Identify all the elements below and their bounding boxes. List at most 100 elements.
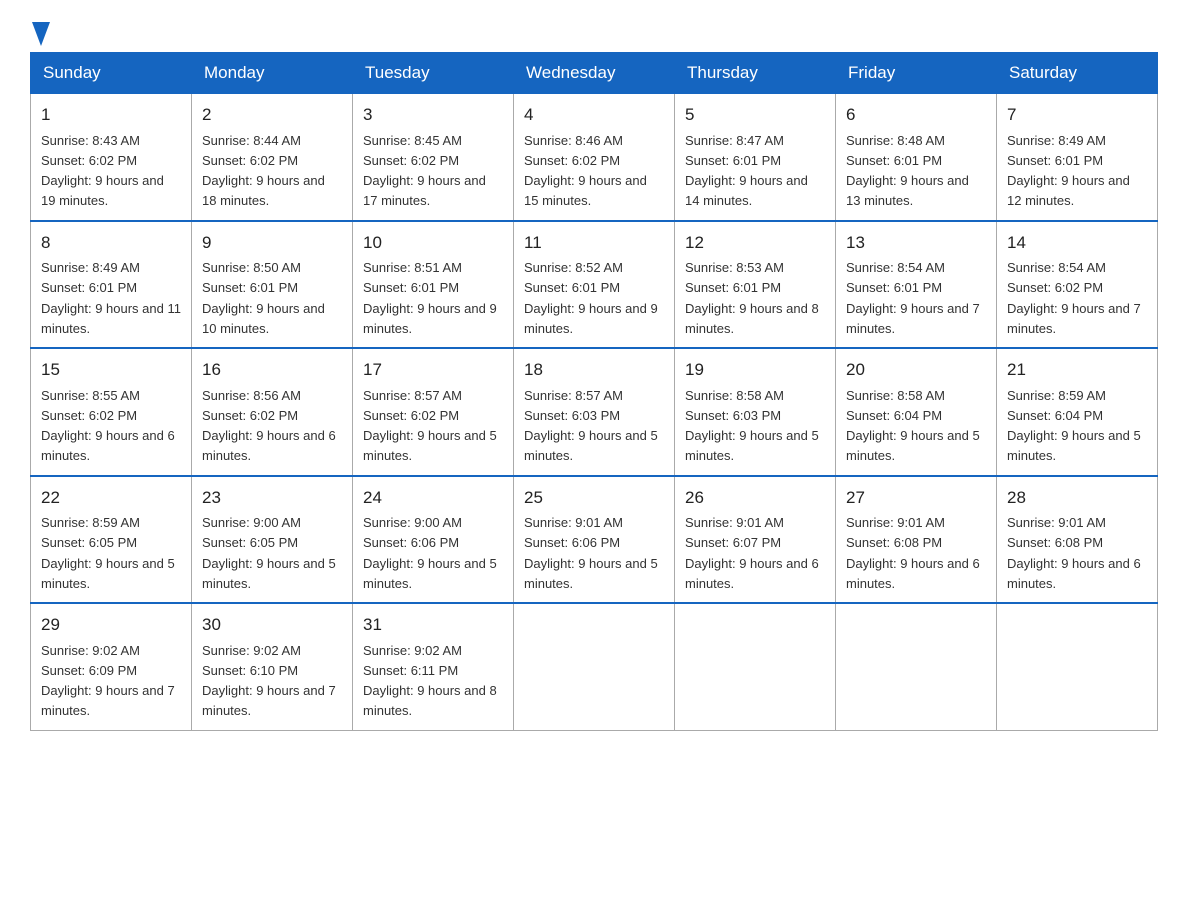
day-info: Sunrise: 8:58 AMSunset: 6:04 PMDaylight:… <box>846 388 980 464</box>
day-info: Sunrise: 8:57 AMSunset: 6:02 PMDaylight:… <box>363 388 497 464</box>
calendar-day-cell: 25 Sunrise: 9:01 AMSunset: 6:06 PMDaylig… <box>514 476 675 604</box>
calendar-day-cell: 2 Sunrise: 8:44 AMSunset: 6:02 PMDayligh… <box>192 94 353 221</box>
day-number: 16 <box>202 357 342 383</box>
header-wednesday: Wednesday <box>514 53 675 94</box>
calendar-day-cell: 24 Sunrise: 9:00 AMSunset: 6:06 PMDaylig… <box>353 476 514 604</box>
day-number: 26 <box>685 485 825 511</box>
calendar-day-cell: 3 Sunrise: 8:45 AMSunset: 6:02 PMDayligh… <box>353 94 514 221</box>
day-info: Sunrise: 8:55 AMSunset: 6:02 PMDaylight:… <box>41 388 175 464</box>
day-info: Sunrise: 8:59 AMSunset: 6:04 PMDaylight:… <box>1007 388 1141 464</box>
day-info: Sunrise: 9:01 AMSunset: 6:07 PMDaylight:… <box>685 515 819 591</box>
day-info: Sunrise: 8:59 AMSunset: 6:05 PMDaylight:… <box>41 515 175 591</box>
day-info: Sunrise: 8:49 AMSunset: 6:01 PMDaylight:… <box>1007 133 1130 209</box>
calendar-day-cell: 19 Sunrise: 8:58 AMSunset: 6:03 PMDaylig… <box>675 348 836 476</box>
day-info: Sunrise: 8:49 AMSunset: 6:01 PMDaylight:… <box>41 260 181 336</box>
calendar-day-cell: 11 Sunrise: 8:52 AMSunset: 6:01 PMDaylig… <box>514 221 675 349</box>
day-number: 18 <box>524 357 664 383</box>
day-number: 15 <box>41 357 181 383</box>
header-tuesday: Tuesday <box>353 53 514 94</box>
calendar-day-cell <box>836 603 997 730</box>
day-info: Sunrise: 8:46 AMSunset: 6:02 PMDaylight:… <box>524 133 647 209</box>
calendar-week-row: 15 Sunrise: 8:55 AMSunset: 6:02 PMDaylig… <box>31 348 1158 476</box>
header-thursday: Thursday <box>675 53 836 94</box>
day-info: Sunrise: 8:47 AMSunset: 6:01 PMDaylight:… <box>685 133 808 209</box>
calendar-day-cell: 4 Sunrise: 8:46 AMSunset: 6:02 PMDayligh… <box>514 94 675 221</box>
day-info: Sunrise: 8:56 AMSunset: 6:02 PMDaylight:… <box>202 388 336 464</box>
logo <box>30 20 50 42</box>
day-info: Sunrise: 8:53 AMSunset: 6:01 PMDaylight:… <box>685 260 819 336</box>
calendar-day-cell <box>514 603 675 730</box>
day-number: 22 <box>41 485 181 511</box>
day-number: 28 <box>1007 485 1147 511</box>
calendar-day-cell: 21 Sunrise: 8:59 AMSunset: 6:04 PMDaylig… <box>997 348 1158 476</box>
calendar-week-row: 22 Sunrise: 8:59 AMSunset: 6:05 PMDaylig… <box>31 476 1158 604</box>
day-number: 13 <box>846 230 986 256</box>
day-number: 9 <box>202 230 342 256</box>
day-number: 3 <box>363 102 503 128</box>
day-info: Sunrise: 8:57 AMSunset: 6:03 PMDaylight:… <box>524 388 658 464</box>
day-info: Sunrise: 9:02 AMSunset: 6:09 PMDaylight:… <box>41 643 175 719</box>
day-number: 1 <box>41 102 181 128</box>
calendar-day-cell: 31 Sunrise: 9:02 AMSunset: 6:11 PMDaylig… <box>353 603 514 730</box>
header-saturday: Saturday <box>997 53 1158 94</box>
day-number: 14 <box>1007 230 1147 256</box>
day-info: Sunrise: 9:01 AMSunset: 6:06 PMDaylight:… <box>524 515 658 591</box>
calendar-day-cell: 26 Sunrise: 9:01 AMSunset: 6:07 PMDaylig… <box>675 476 836 604</box>
day-number: 25 <box>524 485 664 511</box>
day-number: 10 <box>363 230 503 256</box>
logo-arrow-icon <box>32 22 50 46</box>
day-info: Sunrise: 9:02 AMSunset: 6:11 PMDaylight:… <box>363 643 497 719</box>
calendar-day-cell: 23 Sunrise: 9:00 AMSunset: 6:05 PMDaylig… <box>192 476 353 604</box>
day-number: 24 <box>363 485 503 511</box>
calendar-day-cell: 30 Sunrise: 9:02 AMSunset: 6:10 PMDaylig… <box>192 603 353 730</box>
day-number: 27 <box>846 485 986 511</box>
day-number: 2 <box>202 102 342 128</box>
day-info: Sunrise: 8:52 AMSunset: 6:01 PMDaylight:… <box>524 260 658 336</box>
calendar-day-cell: 29 Sunrise: 9:02 AMSunset: 6:09 PMDaylig… <box>31 603 192 730</box>
calendar-day-cell: 20 Sunrise: 8:58 AMSunset: 6:04 PMDaylig… <box>836 348 997 476</box>
day-number: 29 <box>41 612 181 638</box>
day-info: Sunrise: 9:02 AMSunset: 6:10 PMDaylight:… <box>202 643 336 719</box>
calendar-table: SundayMondayTuesdayWednesdayThursdayFrid… <box>30 52 1158 731</box>
day-info: Sunrise: 9:01 AMSunset: 6:08 PMDaylight:… <box>1007 515 1141 591</box>
header-sunday: Sunday <box>31 53 192 94</box>
day-info: Sunrise: 8:54 AMSunset: 6:02 PMDaylight:… <box>1007 260 1141 336</box>
day-info: Sunrise: 8:51 AMSunset: 6:01 PMDaylight:… <box>363 260 497 336</box>
calendar-day-cell <box>675 603 836 730</box>
day-info: Sunrise: 9:00 AMSunset: 6:05 PMDaylight:… <box>202 515 336 591</box>
page-header <box>30 20 1158 42</box>
day-number: 23 <box>202 485 342 511</box>
day-number: 5 <box>685 102 825 128</box>
calendar-day-cell: 12 Sunrise: 8:53 AMSunset: 6:01 PMDaylig… <box>675 221 836 349</box>
calendar-day-cell: 13 Sunrise: 8:54 AMSunset: 6:01 PMDaylig… <box>836 221 997 349</box>
day-info: Sunrise: 9:00 AMSunset: 6:06 PMDaylight:… <box>363 515 497 591</box>
calendar-day-cell: 1 Sunrise: 8:43 AMSunset: 6:02 PMDayligh… <box>31 94 192 221</box>
day-number: 20 <box>846 357 986 383</box>
day-number: 8 <box>41 230 181 256</box>
calendar-day-cell: 7 Sunrise: 8:49 AMSunset: 6:01 PMDayligh… <box>997 94 1158 221</box>
day-info: Sunrise: 8:48 AMSunset: 6:01 PMDaylight:… <box>846 133 969 209</box>
day-info: Sunrise: 8:54 AMSunset: 6:01 PMDaylight:… <box>846 260 980 336</box>
day-info: Sunrise: 8:58 AMSunset: 6:03 PMDaylight:… <box>685 388 819 464</box>
calendar-day-cell: 6 Sunrise: 8:48 AMSunset: 6:01 PMDayligh… <box>836 94 997 221</box>
calendar-week-row: 1 Sunrise: 8:43 AMSunset: 6:02 PMDayligh… <box>31 94 1158 221</box>
calendar-day-cell: 22 Sunrise: 8:59 AMSunset: 6:05 PMDaylig… <box>31 476 192 604</box>
calendar-day-cell: 14 Sunrise: 8:54 AMSunset: 6:02 PMDaylig… <box>997 221 1158 349</box>
day-number: 21 <box>1007 357 1147 383</box>
calendar-day-cell: 27 Sunrise: 9:01 AMSunset: 6:08 PMDaylig… <box>836 476 997 604</box>
calendar-day-cell: 17 Sunrise: 8:57 AMSunset: 6:02 PMDaylig… <box>353 348 514 476</box>
calendar-header-row: SundayMondayTuesdayWednesdayThursdayFrid… <box>31 53 1158 94</box>
header-monday: Monday <box>192 53 353 94</box>
calendar-day-cell: 28 Sunrise: 9:01 AMSunset: 6:08 PMDaylig… <box>997 476 1158 604</box>
header-friday: Friday <box>836 53 997 94</box>
day-number: 6 <box>846 102 986 128</box>
calendar-day-cell: 9 Sunrise: 8:50 AMSunset: 6:01 PMDayligh… <box>192 221 353 349</box>
calendar-day-cell: 16 Sunrise: 8:56 AMSunset: 6:02 PMDaylig… <box>192 348 353 476</box>
calendar-day-cell: 18 Sunrise: 8:57 AMSunset: 6:03 PMDaylig… <box>514 348 675 476</box>
day-number: 7 <box>1007 102 1147 128</box>
day-number: 30 <box>202 612 342 638</box>
day-number: 11 <box>524 230 664 256</box>
day-info: Sunrise: 8:43 AMSunset: 6:02 PMDaylight:… <box>41 133 164 209</box>
calendar-day-cell <box>997 603 1158 730</box>
calendar-day-cell: 10 Sunrise: 8:51 AMSunset: 6:01 PMDaylig… <box>353 221 514 349</box>
